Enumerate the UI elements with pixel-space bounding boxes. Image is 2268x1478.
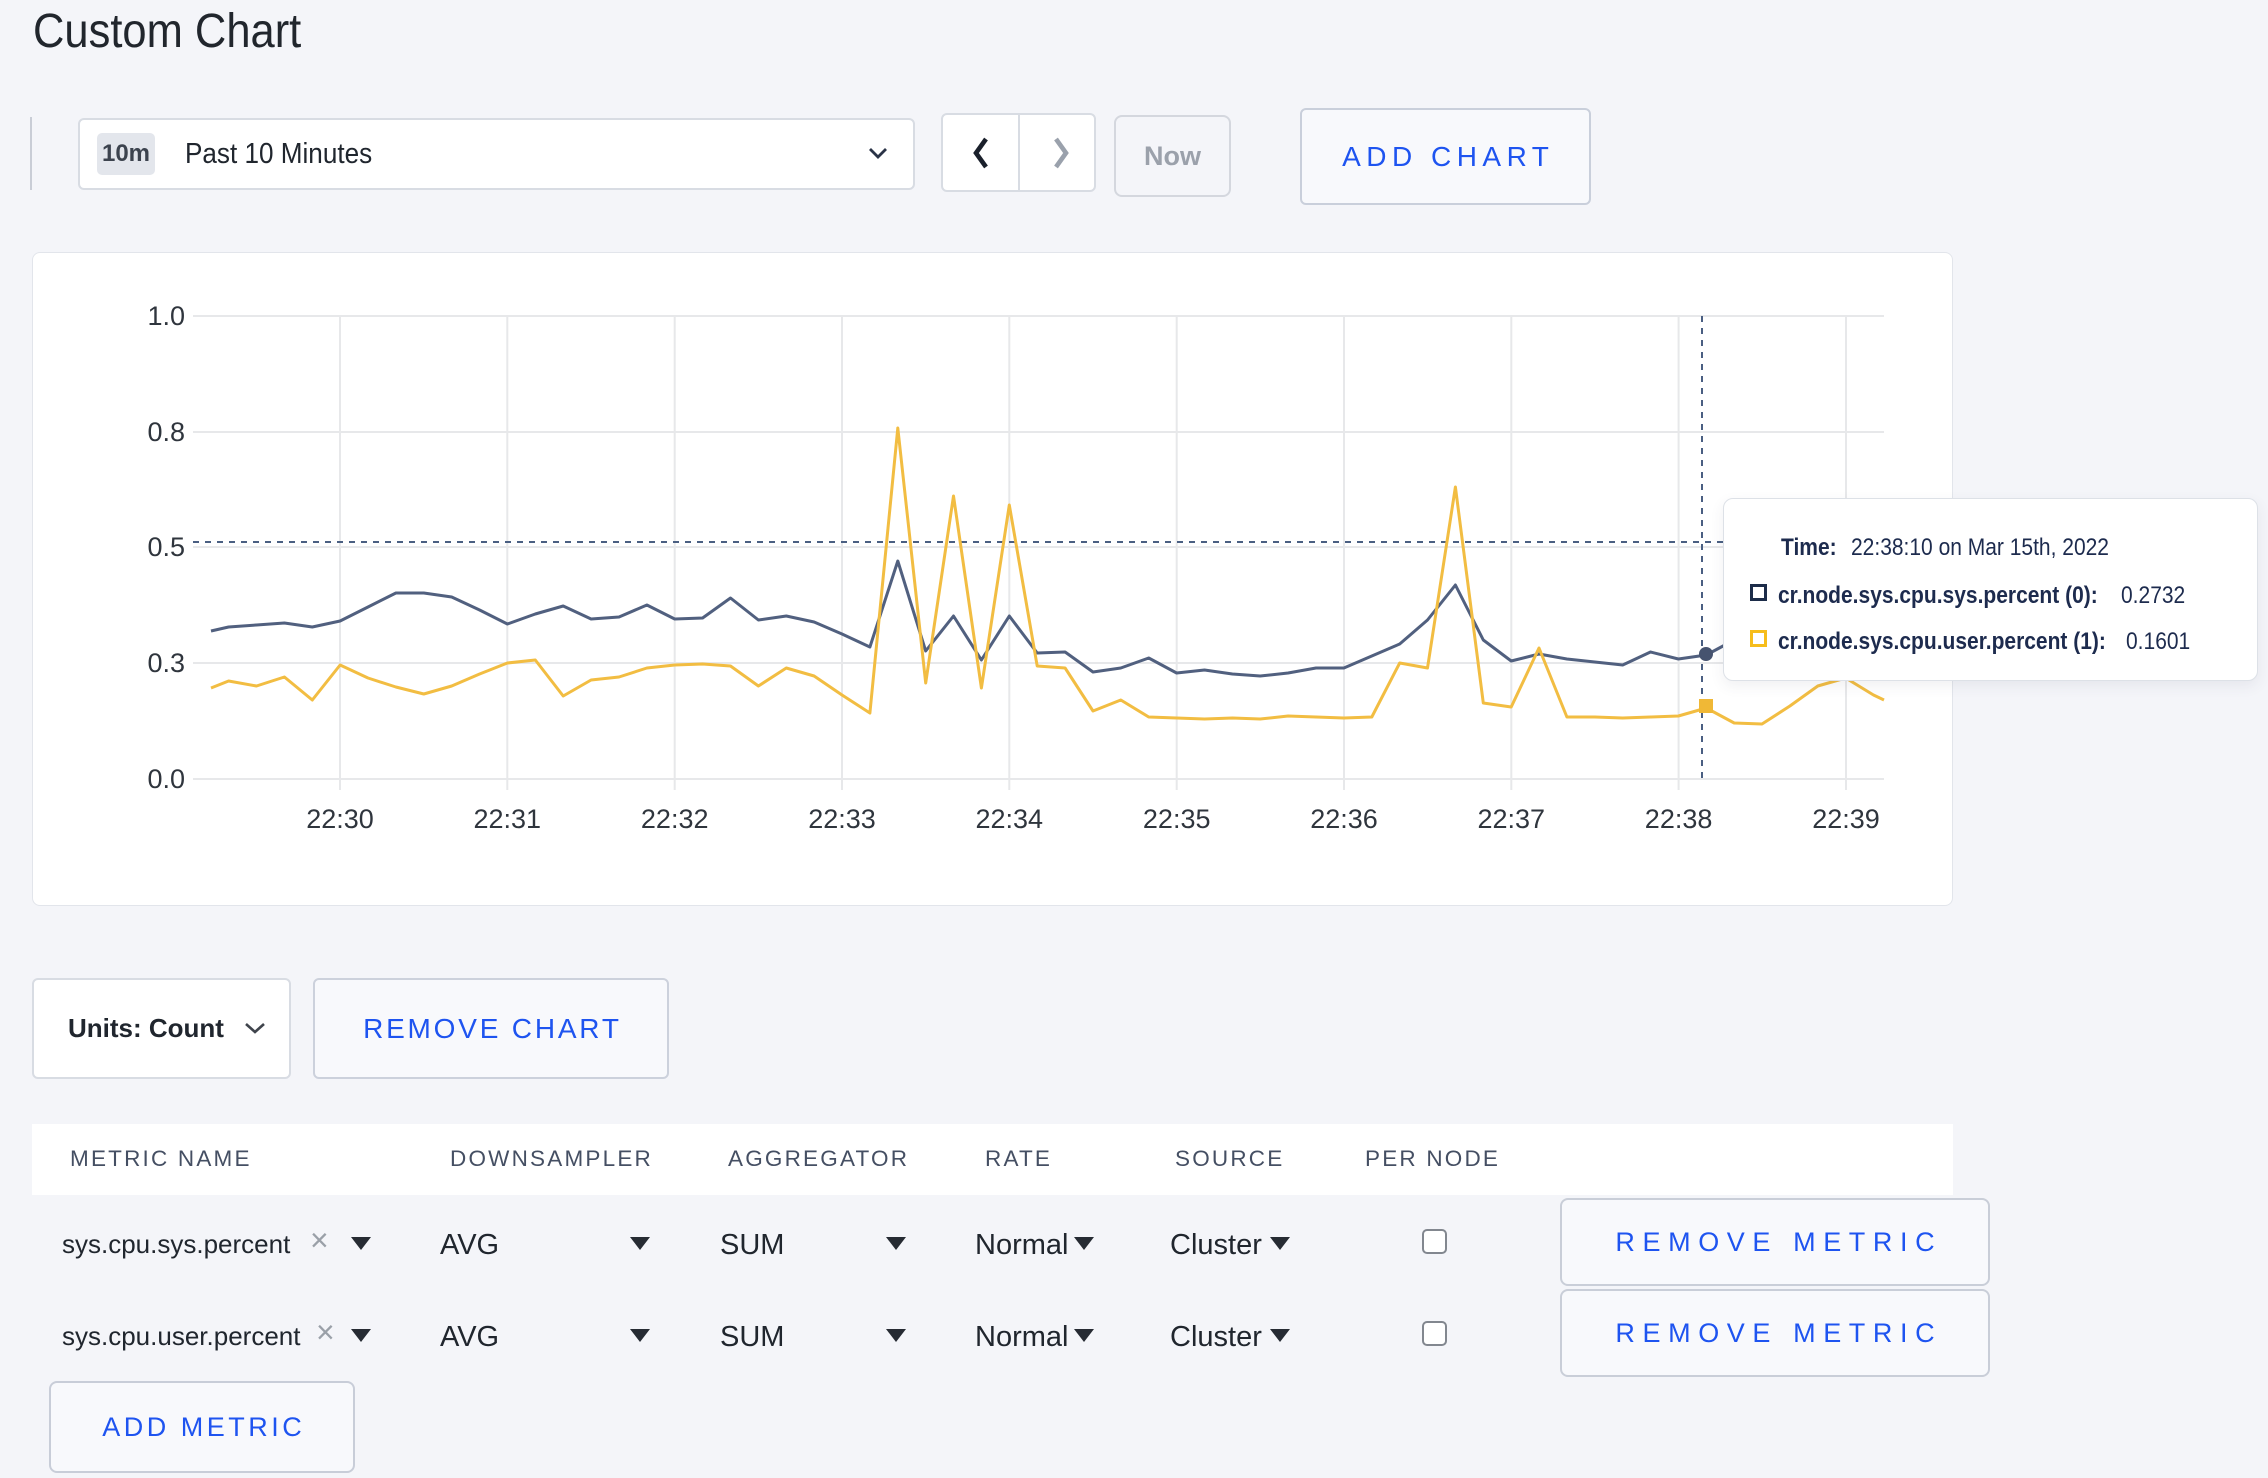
svg-text:22:39: 22:39 [1812,804,1880,834]
svg-text:22:32: 22:32 [641,804,709,834]
svg-text:22:38: 22:38 [1645,804,1713,834]
svg-text:22:37: 22:37 [1478,804,1546,834]
svg-text:0.0: 0.0 [147,764,185,794]
svg-text:0.5: 0.5 [147,532,185,562]
svg-text:22:31: 22:31 [474,804,542,834]
svg-text:22:35: 22:35 [1143,804,1211,834]
svg-text:0.3: 0.3 [147,648,185,678]
svg-text:1.0: 1.0 [147,301,185,331]
svg-text:0.8: 0.8 [147,417,185,447]
svg-text:22:30: 22:30 [306,804,374,834]
svg-text:22:36: 22:36 [1310,804,1378,834]
svg-text:22:33: 22:33 [808,804,876,834]
svg-text:22:34: 22:34 [976,804,1044,834]
